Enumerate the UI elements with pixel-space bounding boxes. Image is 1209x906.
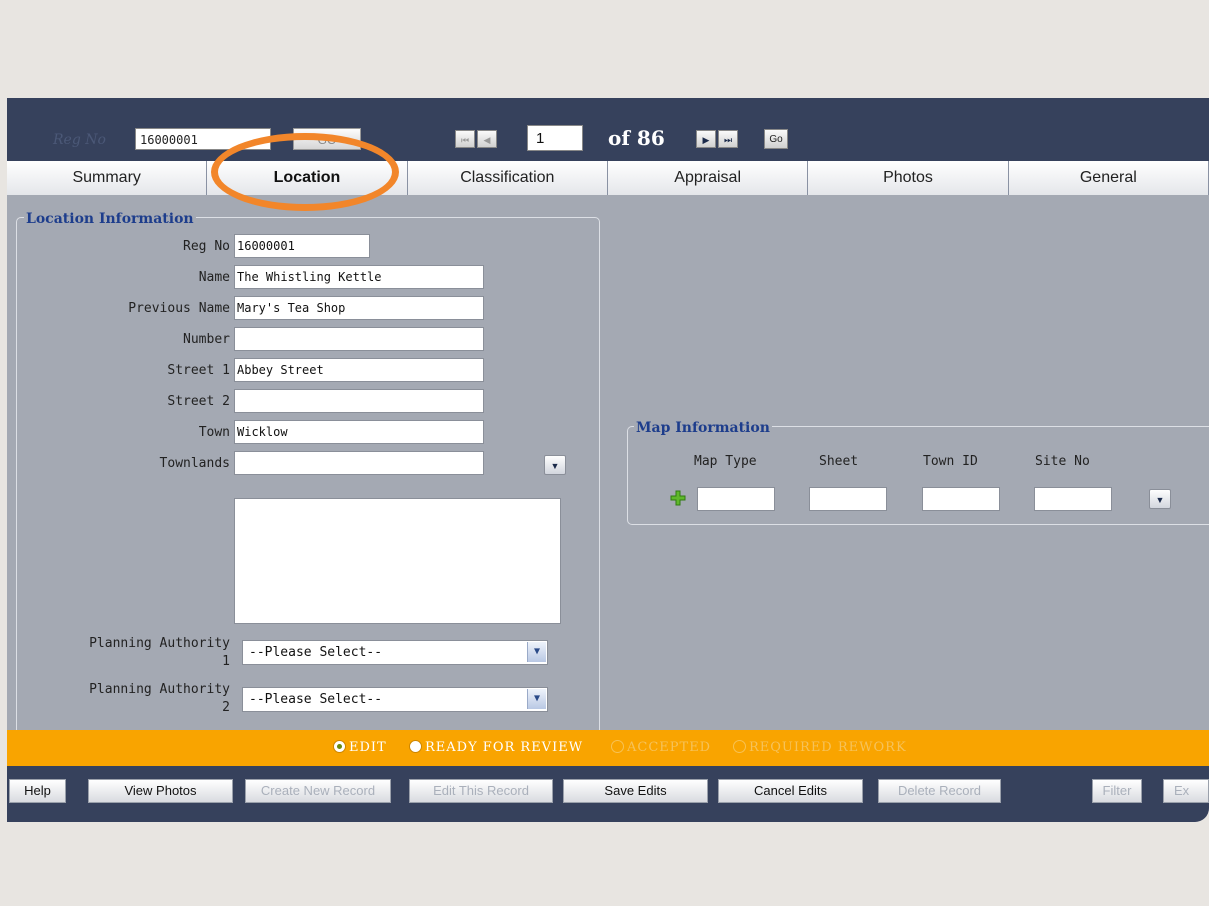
number-field[interactable] [234, 327, 484, 351]
page-count-label: of 86 [608, 126, 665, 150]
townlands-field[interactable] [234, 451, 484, 475]
radio-icon[interactable] [409, 740, 422, 753]
delete-record-button: Delete Record [878, 779, 1001, 803]
tab-location[interactable]: Location [207, 161, 408, 195]
view-photos-button[interactable]: View Photos [88, 779, 233, 803]
street-1-field-label: Street 1 [167, 363, 230, 378]
record-status-bar: EDIT READY FOR REVIEW ACCEPTED REQUIRED … [7, 730, 1209, 766]
site-no-field[interactable] [1034, 487, 1112, 511]
planning-authority-2-value: --Please Select-- [249, 692, 383, 707]
previous-name-field[interactable]: Mary's Tea Shop [234, 296, 484, 320]
status-option-required-rework: REQUIRED REWORK [733, 740, 907, 755]
planning-authority-1-label: Planning Authority [89, 636, 230, 651]
status-option-accepted: ACCEPTED [611, 740, 711, 755]
status-option-edit[interactable]: EDIT [333, 740, 387, 755]
page-number-input[interactable]: 1 [527, 125, 583, 151]
planning-authority-1-select[interactable]: --Please Select-- ▼ [242, 640, 548, 665]
filter-button: Filter [1092, 779, 1142, 803]
action-bar: Help View Photos Create New Record Edit … [7, 766, 1209, 822]
tab-summary[interactable]: Summary [7, 161, 208, 195]
prev-page-icon[interactable]: ◀ [477, 130, 497, 148]
save-edits-button[interactable]: Save Edits [563, 779, 708, 803]
number-field-label: Number [183, 332, 230, 347]
map-type-column-label: Map Type [694, 454, 757, 469]
sheet-column-label: Sheet [819, 454, 859, 469]
street-2-field[interactable] [234, 389, 484, 413]
edit-this-record-button: Edit This Record [409, 779, 553, 803]
last-page-icon[interactable]: ⏭ [718, 130, 738, 148]
planning-authority-2-label: Planning Authority [89, 682, 230, 697]
tab-appraisal[interactable]: Appraisal [607, 161, 809, 195]
town-field[interactable]: Wicklow [234, 420, 484, 444]
cancel-edits-button[interactable]: Cancel Edits [718, 779, 863, 803]
name-field-label: Name [198, 270, 230, 285]
plus-icon[interactable] [670, 490, 686, 506]
street-1-field[interactable]: Abbey Street [234, 358, 484, 382]
next-page-icon[interactable]: ▶ [696, 130, 716, 148]
create-new-record-button: Create New Record [245, 779, 391, 803]
record-navigation-bar: Reg No 16000001 GO ⏮ ◀ 1 of 86 ▶ ⏭ Go [7, 98, 1209, 161]
reg-no-field-label: Reg No [183, 239, 230, 254]
export-button: Ex [1163, 779, 1209, 803]
reg-no-label: Reg No [53, 132, 106, 148]
reg-no-field[interactable]: 16000001 [234, 234, 370, 258]
status-option-ready-for-review[interactable]: READY FOR REVIEW [409, 740, 583, 755]
tab-photos[interactable]: Photos [808, 161, 1009, 195]
site-no-column-label: Site No [1035, 454, 1090, 469]
location-information-legend: Location Information [24, 211, 196, 227]
go-button[interactable]: GO [293, 128, 361, 150]
chevron-down-icon[interactable]: ▼ [527, 642, 546, 662]
townlands-dropdown-button[interactable]: ▼ [544, 455, 566, 475]
app-window: Reg No 16000001 GO ⏮ ◀ 1 of 86 ▶ ⏭ Go Su… [7, 98, 1209, 822]
radio-selected-icon[interactable] [333, 740, 346, 753]
street-2-field-label: Street 2 [167, 394, 230, 409]
town-id-column-label: Town ID [923, 454, 978, 469]
map-information-legend: Map Information [634, 420, 772, 436]
townlands-field-label: Townlands [159, 456, 230, 471]
reg-no-search-input[interactable]: 16000001 [135, 128, 271, 150]
chevron-down-icon[interactable]: ▼ [527, 689, 546, 709]
map-type-field[interactable] [697, 487, 775, 511]
tab-general[interactable]: General [1008, 161, 1209, 195]
sheet-field[interactable] [809, 487, 887, 511]
help-button[interactable]: Help [9, 779, 66, 803]
tab-bar: Summary Location Classification Appraisa… [7, 161, 1209, 195]
townlands-list[interactable] [234, 498, 561, 624]
radio-icon [611, 740, 624, 753]
name-field[interactable]: The Whistling Kettle [234, 265, 484, 289]
map-dropdown-button[interactable]: ▼ [1149, 489, 1171, 509]
town-id-field[interactable] [922, 487, 1000, 511]
first-page-icon[interactable]: ⏮ [455, 130, 475, 148]
planning-authority-1-number: 1 [222, 654, 230, 669]
page-go-button[interactable]: Go [764, 129, 788, 149]
radio-icon [733, 740, 746, 753]
town-field-label: Town [198, 425, 230, 440]
tab-classification[interactable]: Classification [407, 161, 608, 195]
planning-authority-2-select[interactable]: --Please Select-- ▼ [242, 687, 548, 712]
previous-name-field-label: Previous Name [128, 301, 230, 316]
planning-authority-2-number: 2 [222, 700, 230, 715]
planning-authority-1-value: --Please Select-- [249, 645, 383, 660]
